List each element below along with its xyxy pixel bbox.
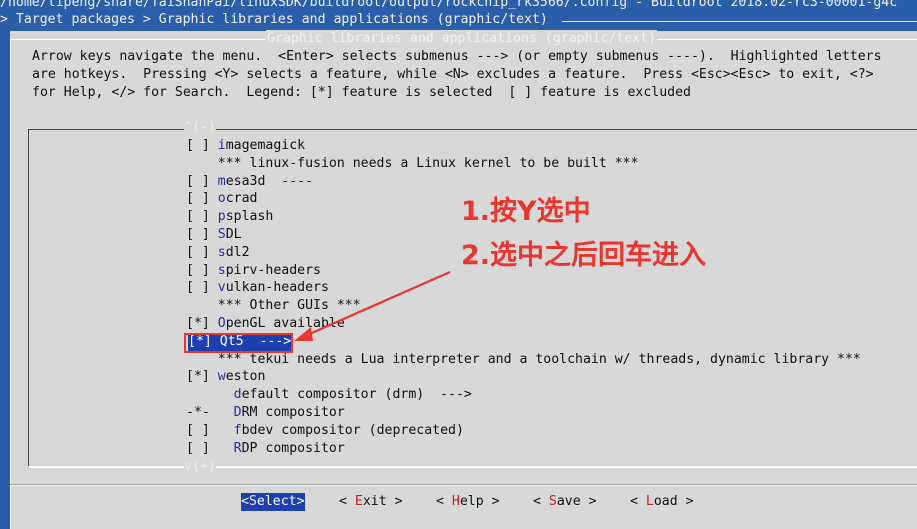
arrow-shaft [304, 270, 451, 338]
save-button[interactable]: < Save > [533, 493, 597, 511]
select-button[interactable]: <Select> [241, 493, 305, 511]
annotation-step-2: 2.选中之后回车进入 [461, 240, 707, 271]
save-button-open: < [533, 494, 549, 509]
exit-button-hotkey: E [354, 494, 363, 509]
arrow-head [294, 327, 313, 341]
help-button-rest: elp > [459, 494, 500, 509]
scroll-down-indicator[interactable]: v(+) [184, 458, 216, 476]
select-button-rest: elect> [256, 494, 305, 509]
load-button-open: < [630, 494, 646, 509]
load-button[interactable]: < Load > [630, 493, 694, 511]
save-button-rest: ave > [556, 494, 597, 509]
annotation-arrow [294, 270, 451, 341]
load-button-rest: oad > [653, 494, 694, 509]
annotation-step-1: 1.按Y选中 [461, 196, 591, 227]
exit-button-open: < [339, 494, 355, 509]
select-button-hotkey: S [248, 494, 257, 509]
exit-button-rest: xit > [362, 494, 403, 509]
help-button-open: < [436, 494, 452, 509]
save-button-hotkey: S [548, 494, 557, 509]
select-button-open: < [241, 494, 249, 509]
help-button-hotkey: H [451, 494, 460, 509]
help-button[interactable]: < Help > [436, 493, 500, 511]
footer-divider [10, 485, 917, 486]
exit-button[interactable]: < Exit > [339, 493, 403, 511]
load-button-hotkey: L [645, 494, 654, 509]
